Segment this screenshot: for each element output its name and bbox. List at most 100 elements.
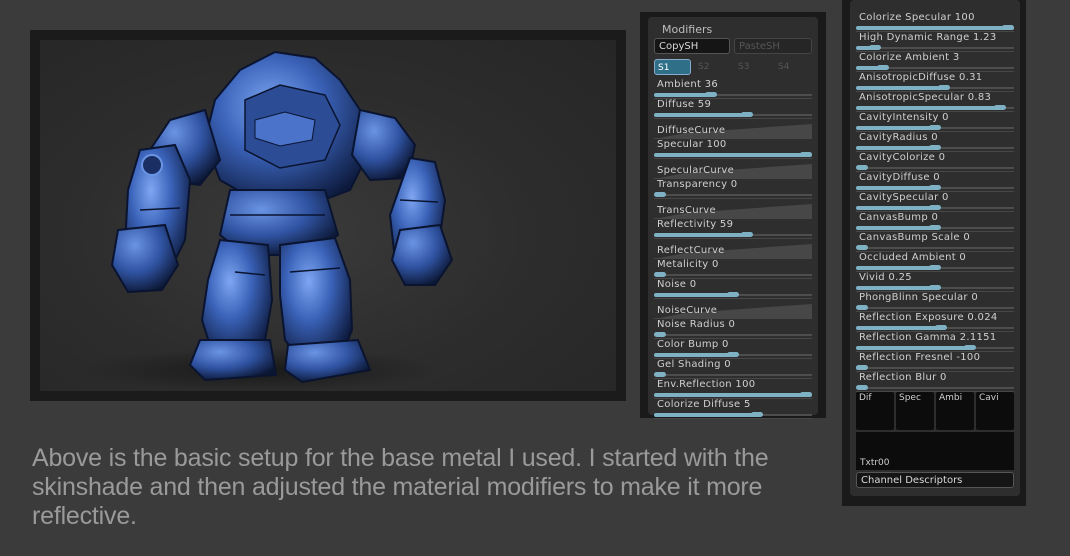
slider-knob[interactable] [938, 85, 950, 90]
slider-label: Gel Shading 0 [657, 359, 731, 370]
slider-knob[interactable] [654, 192, 666, 197]
slider-knob[interactable] [929, 205, 941, 210]
reflection-gamma-2-1151-slider[interactable]: Reflection Gamma 2.1151 [856, 332, 1014, 352]
slider-knob[interactable] [929, 225, 941, 230]
specularcurve-curve[interactable]: SpecularCurve [654, 161, 812, 179]
diffuse-59-slider[interactable]: Diffuse 59 [654, 99, 812, 119]
canvasbump-scale-0-slider[interactable]: CanvasBump Scale 0 [856, 232, 1014, 252]
reflection-blur-0-slider[interactable]: Reflection Blur 0 [856, 372, 1014, 392]
texture-slot-label: Dif [859, 393, 872, 403]
colorize-ambient-3-slider[interactable]: Colorize Ambient 3 [856, 52, 1014, 72]
noise-radius-0-slider[interactable]: Noise Radius 0 [654, 319, 812, 339]
cavityspecular-0-slider[interactable]: CavitySpecular 0 [856, 192, 1014, 212]
cavitycolorize-0-slider[interactable]: CavityColorize 0 [856, 152, 1014, 172]
modifiers-title: Modifiers [662, 23, 713, 36]
slider-knob[interactable] [751, 412, 763, 417]
slider-knob[interactable] [929, 145, 941, 150]
slider-knob[interactable] [856, 305, 868, 310]
slider-knob[interactable] [994, 105, 1006, 110]
reflectcurve-curve[interactable]: ReflectCurve [654, 241, 812, 259]
slider-knob[interactable] [727, 292, 739, 297]
texture-slot-cavi[interactable]: Cavi [976, 392, 1014, 430]
phongblinn-specular-0-slider[interactable]: PhongBlinn Specular 0 [856, 292, 1014, 312]
slider-label: Vivid 0.25 [859, 272, 912, 283]
slider-label: Reflectivity 59 [657, 219, 734, 230]
slider-label: Colorize Diffuse 5 [657, 399, 751, 410]
slider-label: AnisotropicDiffuse 0.31 [859, 72, 983, 83]
slider-knob[interactable] [654, 332, 666, 337]
texture-slot-dif[interactable]: Dif [856, 392, 894, 430]
tab-s3[interactable]: S3 [738, 59, 749, 75]
slider-knob[interactable] [654, 272, 666, 277]
slider-track [856, 167, 1014, 169]
slider-knob[interactable] [929, 265, 941, 270]
color-bump-0-slider[interactable]: Color Bump 0 [654, 339, 812, 359]
specular-100-slider[interactable]: Specular 100 [654, 139, 812, 159]
slider-knob[interactable] [856, 245, 868, 250]
colorize-specular-100-slider[interactable]: Colorize Specular 100 [856, 12, 1014, 32]
colorize-diffuse-5-slider[interactable]: Colorize Diffuse 5 [654, 399, 812, 419]
gel-shading-0-slider[interactable]: Gel Shading 0 [654, 359, 812, 379]
slider-knob[interactable] [741, 112, 753, 117]
texture-slot-spec[interactable]: Spec [896, 392, 934, 430]
slider-knob[interactable] [929, 185, 941, 190]
slider-knob[interactable] [856, 165, 868, 170]
render-viewport[interactable] [40, 40, 616, 391]
paste-sh-button[interactable]: PasteSH [734, 38, 812, 54]
noise-0-slider[interactable]: Noise 0 [654, 279, 812, 299]
slider-knob[interactable] [869, 45, 881, 50]
slider-knob[interactable] [1002, 25, 1014, 30]
anisotropicspecular-0-83-slider[interactable]: AnisotropicSpecular 0.83 [856, 92, 1014, 112]
render-viewport-frame [30, 30, 626, 401]
transcurve-curve[interactable]: TransCurve [654, 201, 812, 219]
slider-track [856, 307, 1014, 309]
slider-knob[interactable] [964, 345, 976, 350]
slider-knob[interactable] [705, 92, 717, 97]
texture-slot-ambi[interactable]: Ambi [936, 392, 974, 430]
slider-fill [856, 186, 935, 190]
anisotropicdiffuse-0-31-slider[interactable]: AnisotropicDiffuse 0.31 [856, 72, 1014, 92]
env-reflection-100-slider[interactable]: Env.Reflection 100 [654, 379, 812, 399]
slider-fill [856, 346, 970, 350]
cavityintensity-0-slider[interactable]: CavityIntensity 0 [856, 112, 1014, 132]
cavitydiffuse-0-slider[interactable]: CavityDiffuse 0 [856, 172, 1014, 192]
slider-knob[interactable] [929, 285, 941, 290]
slider-knob[interactable] [727, 352, 739, 357]
slider-knob[interactable] [929, 125, 941, 130]
slider-knob[interactable] [856, 365, 868, 370]
slider-track [856, 247, 1014, 249]
occluded-ambient-0-slider[interactable]: Occluded Ambient 0 [856, 252, 1014, 272]
reflection-exposure-0-024-slider[interactable]: Reflection Exposure 0.024 [856, 312, 1014, 332]
canvasbump-0-slider[interactable]: CanvasBump 0 [856, 212, 1014, 232]
high-dynamic-range-1-23-slider[interactable]: High Dynamic Range 1.23 [856, 32, 1014, 52]
tab-s1[interactable]: S1 [654, 59, 691, 75]
curve-label: TransCurve [657, 205, 716, 216]
metalicity-0-slider[interactable]: Metalicity 0 [654, 259, 812, 279]
slider-knob[interactable] [800, 152, 812, 157]
slider-fill [856, 126, 935, 130]
row-divider [654, 418, 812, 419]
slider-label: Reflection Blur 0 [859, 372, 947, 383]
tab-s4[interactable]: S4 [778, 59, 789, 75]
channel-descriptors-button[interactable]: Channel Descriptors [856, 472, 1014, 488]
slider-knob[interactable] [877, 65, 889, 70]
slider-knob[interactable] [741, 232, 753, 237]
slider-label: Reflection Gamma 2.1151 [859, 332, 997, 343]
slider-knob[interactable] [654, 372, 666, 377]
tab-s2[interactable]: S2 [698, 59, 709, 75]
copy-sh-button[interactable]: CopySH [654, 38, 730, 54]
transparency-0-slider[interactable]: Transparency 0 [654, 179, 812, 199]
vivid-0-25-slider[interactable]: Vivid 0.25 [856, 272, 1014, 292]
slider-fill [654, 353, 733, 357]
reflectivity-59-slider[interactable]: Reflectivity 59 [654, 219, 812, 239]
noisecurve-curve[interactable]: NoiseCurve [654, 301, 812, 319]
cavityradius-0-slider[interactable]: CavityRadius 0 [856, 132, 1014, 152]
slider-label: Reflection Exposure 0.024 [859, 312, 998, 323]
slider-knob[interactable] [856, 385, 868, 390]
ambient-36-slider[interactable]: Ambient 36 [654, 79, 812, 99]
slider-knob[interactable] [935, 325, 947, 330]
diffusecurve-curve[interactable]: DiffuseCurve [654, 121, 812, 139]
slider-knob[interactable] [800, 392, 812, 397]
reflection-fresnel-100-slider[interactable]: Reflection Fresnel -100 [856, 352, 1014, 372]
slider-label: CavityColorize 0 [859, 152, 946, 163]
